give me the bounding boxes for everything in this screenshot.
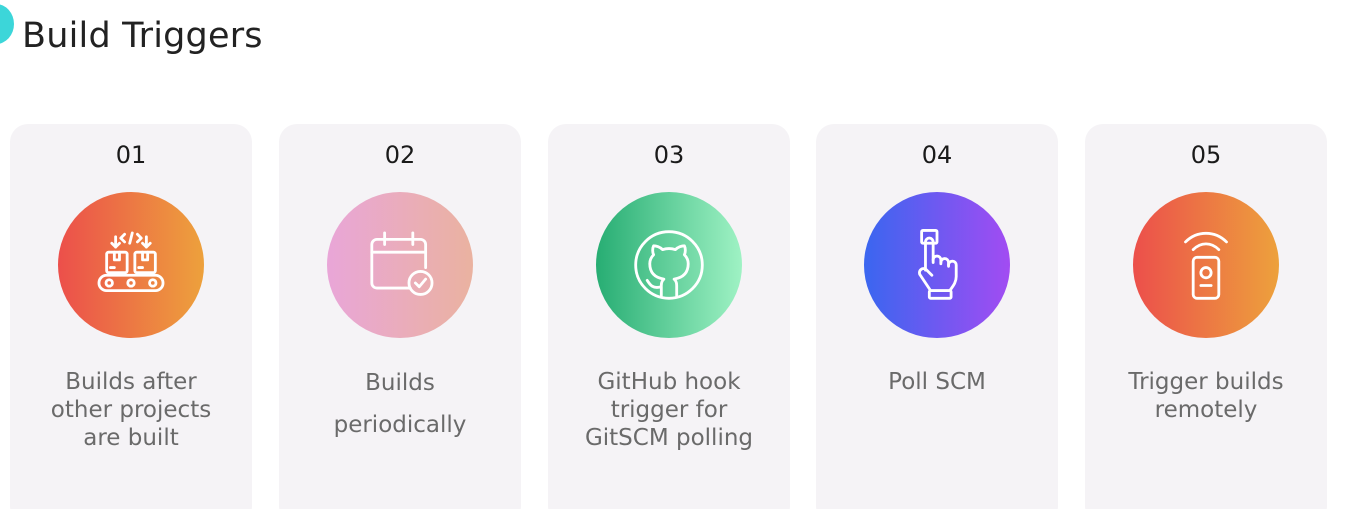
title-accent-dot (0, 4, 14, 44)
remote-signal-icon (1184, 231, 1228, 300)
calendar-check-icon (370, 231, 434, 296)
card-icon-circle (596, 192, 742, 338)
card-label: Builds after other projects are built (50, 369, 212, 451)
slide: Build Triggers 01 Builds after other pro… (0, 0, 1358, 509)
card-icon-circle (58, 192, 204, 338)
trigger-card-4: 04 Poll SCM (816, 124, 1058, 509)
card-number: 04 (921, 141, 953, 169)
hand-pointer-icon (918, 228, 958, 300)
trigger-card-1: 01 Builds after other projects are built (10, 124, 252, 509)
card-icon-circle (864, 192, 1010, 338)
card-label: Builds periodically (333, 370, 467, 438)
card-label: Poll SCM (888, 369, 986, 395)
github-icon (634, 230, 704, 300)
card-number: 05 (1190, 141, 1222, 169)
conveyor-boxes-icon (97, 231, 165, 293)
card-label: GitHub hook trigger for GitSCM polling (584, 369, 754, 451)
card-number: 03 (653, 141, 685, 169)
page-title: Build Triggers (22, 16, 263, 56)
trigger-card-3: 03 GitHub hook trigger for GitSCM pollin… (548, 124, 790, 509)
card-number: 01 (115, 141, 147, 169)
card-icon-circle (327, 192, 473, 338)
trigger-card-5: 05 Trigger builds remotely (1085, 124, 1327, 509)
card-label: Trigger builds remotely (1128, 369, 1284, 423)
trigger-card-2: 02 Builds periodically (279, 124, 521, 509)
card-number: 02 (384, 141, 416, 169)
card-icon-circle (1133, 192, 1279, 338)
